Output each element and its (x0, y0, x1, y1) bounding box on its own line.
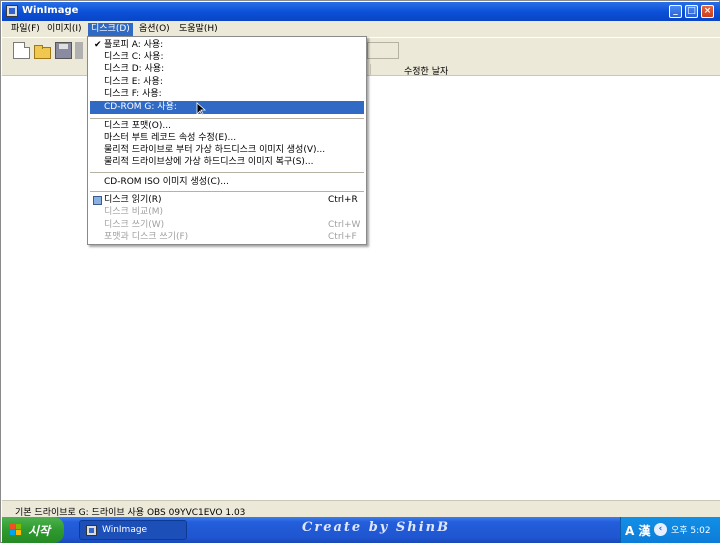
app-window: WinImage _ □ × 파일(F) 이미지(I) 디스크(D) 옵션(O)… (0, 0, 720, 543)
menu-restore-vhd[interactable]: 물리적 드라이브상에 가상 하드디스크 이미지 복구(S)... (90, 156, 364, 169)
menu-bar: 파일(F) 이미지(I) 디스크(D) 옵션(O) 도움말(H) (2, 21, 720, 37)
taskbar-task-label: WinImage (102, 525, 148, 535)
menu-item-label: 포맷과 디스크 쓰기(F) (104, 232, 189, 242)
menu-item-label: CD-ROM G: 사용: (104, 102, 177, 112)
maximize-button[interactable]: □ (685, 5, 698, 18)
menu-item-label: 물리적 드라이브로 부터 가상 하드디스크 이미지 생성(V)... (104, 145, 326, 155)
taskbar-winimage-button[interactable]: WinImage (79, 520, 187, 540)
winimage-app-icon[interactable] (6, 5, 18, 17)
clock[interactable]: 오후 5:02 (671, 523, 711, 536)
disk-dropdown-menu: ✔ 플로피 A: 사용: 디스크 C: 사용: 디스크 D: 사용: 디스크 E… (87, 36, 367, 245)
menu-drive-g[interactable]: CD-ROM G: 사용: (90, 101, 364, 114)
windows-flag-icon (10, 524, 22, 536)
tray-arrow-icon[interactable]: ‹ (654, 523, 667, 536)
menu-item-label: 디스크 비교(M) (104, 207, 164, 217)
menu-options[interactable]: 옵션(O) (136, 23, 173, 36)
winimage-task-icon (86, 525, 97, 536)
start-button[interactable]: 시작 (2, 517, 64, 543)
taskbar: 시작 WinImage Create by ShinB A 漢 ‹ 오후 5:0… (2, 517, 720, 543)
menu-item-label: 디스크 D: 사용: (104, 64, 165, 74)
toolbar-field[interactable] (367, 42, 399, 59)
menu-image[interactable]: 이미지(I) (44, 23, 85, 36)
save-disk-icon[interactable] (55, 42, 72, 59)
menu-shortcut: Ctrl+F (328, 232, 357, 242)
close-button[interactable]: × (701, 5, 714, 18)
ime-indicator[interactable]: A 漢 (625, 522, 650, 539)
toolbar-partial-icon[interactable] (75, 42, 83, 59)
menu-item-label: CD-ROM ISO 이미지 생성(C)... (104, 177, 229, 187)
menu-separator (90, 172, 364, 173)
menu-item-label: 디스크 읽기(R) (104, 195, 162, 205)
minimize-button[interactable]: _ (669, 5, 682, 18)
menu-item-label: 디스크 C: 사용: (104, 52, 164, 62)
menu-item-label: 마스터 부트 레코드 속성 수정(E)... (104, 133, 237, 143)
status-bar: 기본 드라이브로 G: 드라이브 사용 OBS 09YVC1EVO 1.03 (2, 500, 720, 518)
menu-help[interactable]: 도움말(H) (176, 23, 221, 36)
menu-separator (90, 118, 364, 119)
menu-create-iso[interactable]: CD-ROM ISO 이미지 생성(C)... (90, 176, 364, 189)
check-icon: ✔ (94, 40, 102, 50)
menu-item-label: 디스크 포맷(O)... (104, 121, 171, 131)
window-title: WinImage (22, 5, 79, 16)
system-tray: A 漢 ‹ 오후 5:02 (620, 517, 720, 543)
menu-item-label: 디스크 F: 사용: (104, 89, 162, 99)
menu-drive-f[interactable]: 디스크 F: 사용: (90, 88, 364, 101)
menu-drive-d[interactable]: 디스크 D: 사용: (90, 63, 364, 76)
read-disk-icon (93, 196, 102, 205)
menu-shortcut: Ctrl+W (328, 220, 361, 230)
title-bar[interactable]: WinImage _ □ × (2, 2, 720, 21)
menu-item-label: 디스크 쓰기(W) (104, 220, 165, 230)
open-folder-icon[interactable] (33, 42, 51, 59)
column-separator[interactable] (370, 64, 371, 75)
mouse-cursor-icon (196, 102, 206, 116)
menu-separator (90, 191, 364, 192)
menu-item-label: 물리적 드라이브상에 가상 하드디스크 이미지 복구(S)... (104, 157, 314, 167)
menu-disk[interactable]: 디스크(D) (88, 23, 133, 36)
watermark-text: Create by ShinB (302, 520, 451, 535)
start-label: 시작 (28, 524, 51, 538)
menu-compare-disk[interactable]: 디스크 비교(M) (90, 206, 364, 219)
new-file-icon[interactable] (13, 42, 30, 59)
menu-file[interactable]: 파일(F) (8, 23, 43, 36)
menu-item-label: 디스크 E: 사용: (104, 77, 163, 87)
menu-item-label: 플로피 A: 사용: (104, 40, 164, 50)
menu-format-write-disk[interactable]: 포맷과 디스크 쓰기(F) Ctrl+F (90, 231, 364, 244)
menu-shortcut: Ctrl+R (328, 195, 358, 205)
